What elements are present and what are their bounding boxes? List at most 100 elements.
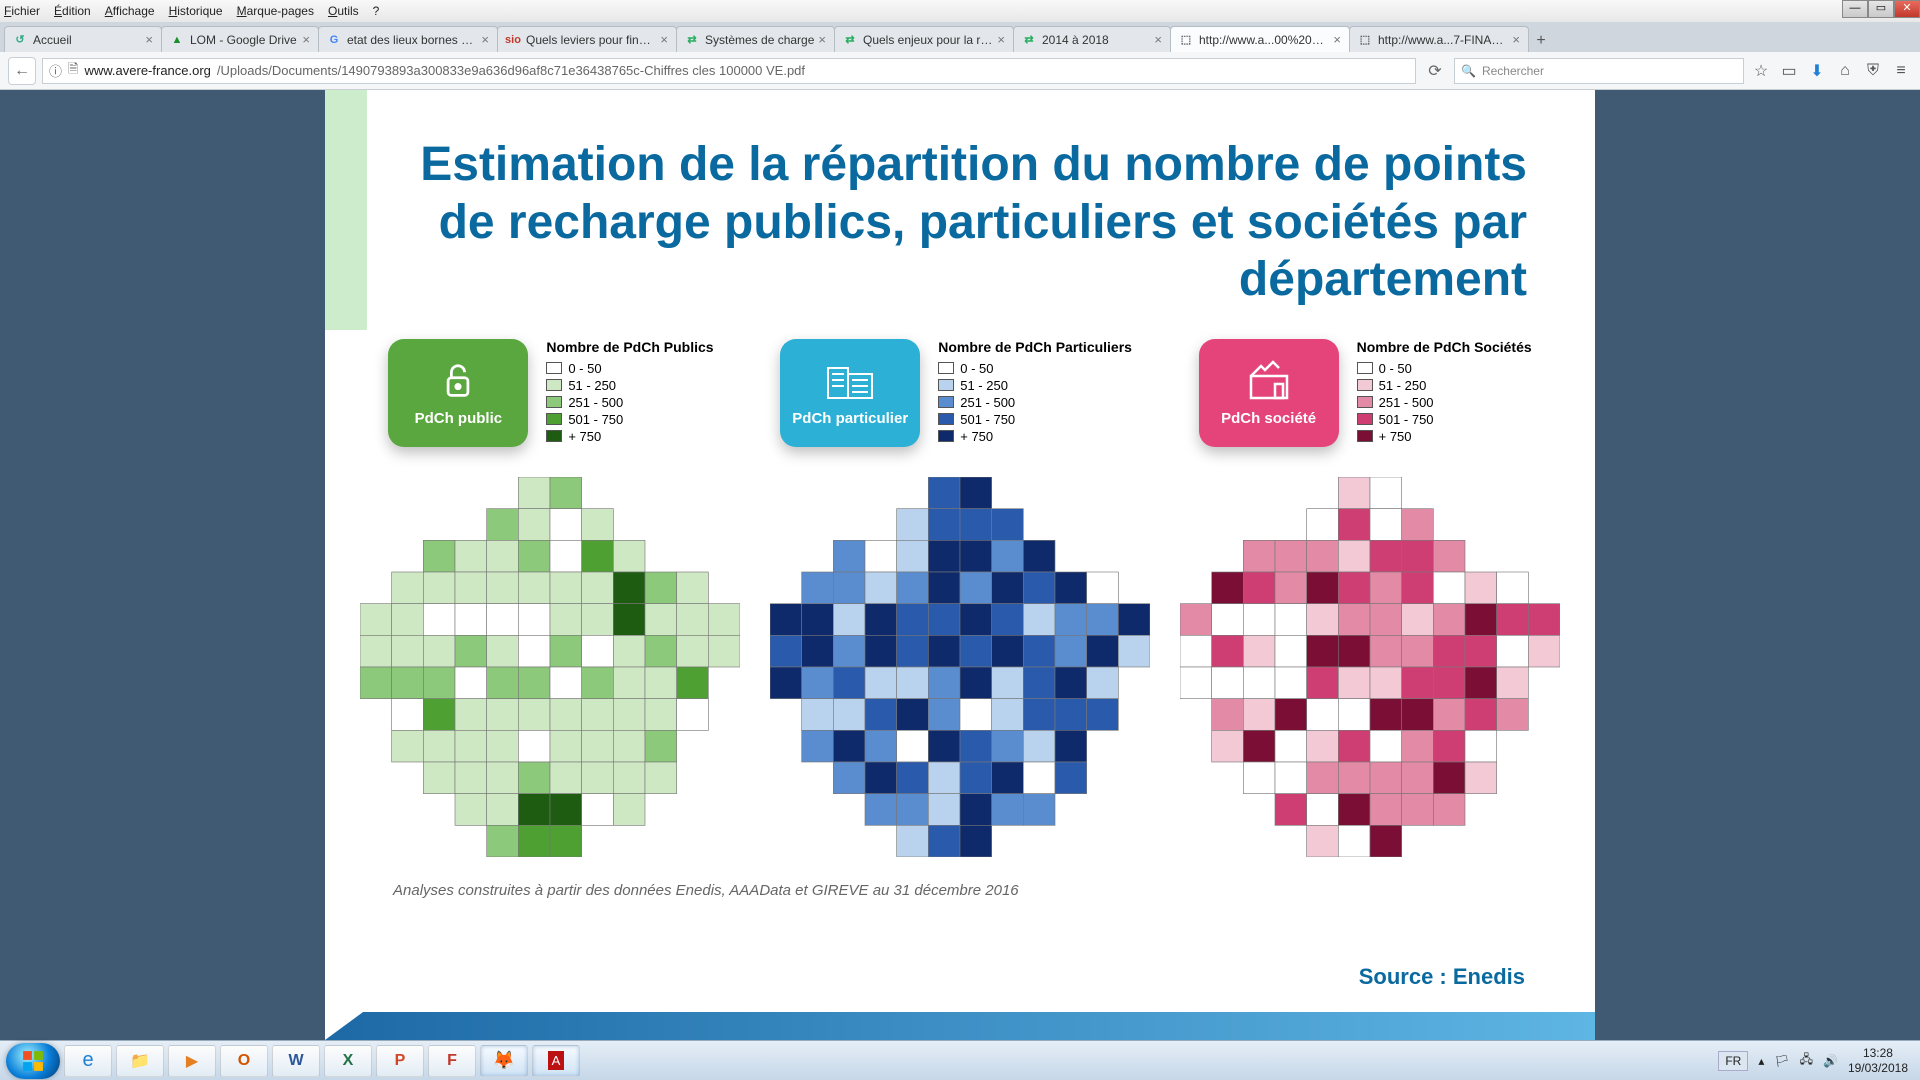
favicon: sio xyxy=(506,33,520,47)
favicon: ⇄ xyxy=(843,33,857,47)
close-tab-icon[interactable]: × xyxy=(1512,32,1520,47)
legend-swatch xyxy=(1357,362,1373,374)
decorative-stripe xyxy=(325,90,367,330)
clock[interactable]: 13:28 19/03/2018 xyxy=(1848,1046,1908,1075)
pdf-page: Estimation de la répartition du nombre d… xyxy=(325,90,1595,1040)
browser-tab[interactable]: ⇄Systèmes de charge× xyxy=(676,26,835,52)
category-badge: PdCh public xyxy=(388,339,528,447)
browser-tab[interactable]: ↺Accueil× xyxy=(4,26,162,52)
taskbar-firefox[interactable]: 🦊 xyxy=(480,1045,528,1077)
menu-item[interactable]: ? xyxy=(373,4,380,18)
taskbar-powerpoint[interactable]: P xyxy=(376,1045,424,1077)
category-badge: PdCh particulier xyxy=(780,339,920,447)
browser-tab[interactable]: sio Quels leviers pour finance... × xyxy=(497,26,677,52)
close-button[interactable]: ✕ xyxy=(1894,0,1920,18)
menu-bar: Fichier Édition Affichage Historique Mar… xyxy=(0,0,1920,22)
home-icon[interactable]: ⌂ xyxy=(1834,60,1856,82)
menu-item[interactable]: Outils xyxy=(328,4,359,18)
taskbar-ie[interactable]: e xyxy=(64,1045,112,1077)
menu-item[interactable]: Affichage xyxy=(105,4,155,18)
legend-item: 251 - 500 xyxy=(546,395,713,410)
shield-icon[interactable]: ⛨ xyxy=(1862,60,1884,82)
tab-label: Quels leviers pour finance... xyxy=(526,33,656,47)
document-title: Estimation de la répartition du nombre d… xyxy=(325,90,1595,339)
browser-tab[interactable]: ▲LOM - Google Drive× xyxy=(161,26,319,52)
legend-swatch xyxy=(546,430,562,442)
system-tray: FR ▴ 🏳 🖧 🔊 13:28 19/03/2018 xyxy=(1718,1046,1914,1075)
search-box[interactable]: 🔍 Rechercher xyxy=(1454,58,1744,84)
favicon: ▲ xyxy=(170,33,184,47)
minimize-button[interactable]: ― xyxy=(1842,0,1868,18)
browser-tab[interactable]: ⬚http://www.a...00%20VE.pdf× xyxy=(1170,26,1350,52)
bookmark-star-icon[interactable]: ☆ xyxy=(1750,60,1772,82)
pocket-icon[interactable]: ▭ xyxy=(1778,60,1800,82)
close-tab-icon[interactable]: × xyxy=(660,32,668,47)
taskbar-app[interactable]: F xyxy=(428,1045,476,1077)
menu-item[interactable]: Fichier xyxy=(4,4,40,18)
browser-tab[interactable]: ⇄ Quels enjeux pour la recha... × xyxy=(834,26,1014,52)
badge-label: PdCh société xyxy=(1221,410,1316,427)
taskbar-acrobat[interactable]: A xyxy=(532,1045,580,1077)
legend-item: + 750 xyxy=(938,429,1132,444)
window-controls: ― ▭ ✕ xyxy=(1842,0,1920,18)
toolbar: ← ⓘ 🗎 www.avere-france.org /Uploads/Docu… xyxy=(0,52,1920,90)
close-tab-icon[interactable]: × xyxy=(1333,32,1341,47)
close-tab-icon[interactable]: × xyxy=(1154,32,1162,47)
taskbar: e 📁 ▶ O W X P F 🦊 A FR ▴ 🏳 🖧 🔊 13:28 19/… xyxy=(0,1040,1920,1080)
legend-range: 0 - 50 xyxy=(568,361,601,376)
legend-text: Nombre de PdCh Sociétés 0 - 5051 - 25025… xyxy=(1357,339,1532,446)
tray-flag-icon[interactable]: 🏳 xyxy=(1774,1054,1789,1068)
browser-tab[interactable]: Getat des lieux bornes de re...× xyxy=(318,26,498,52)
start-button[interactable] xyxy=(6,1043,60,1079)
legend-swatch xyxy=(938,362,954,374)
taskbar-media[interactable]: ▶ xyxy=(168,1045,216,1077)
favicon: ⇄ xyxy=(685,33,699,47)
favicon: ⬚ xyxy=(1179,33,1193,47)
legend-text: Nombre de PdCh Particuliers 0 - 5051 - 2… xyxy=(938,339,1132,446)
menu-item[interactable]: Marque-pages xyxy=(237,4,314,18)
legend-swatch xyxy=(938,413,954,425)
tab-label: Quels enjeux pour la recha... xyxy=(863,33,993,47)
legend-range: + 750 xyxy=(960,429,993,444)
site-info-icon[interactable]: ⓘ xyxy=(49,61,62,80)
browser-tab[interactable]: ⬚http://www.a...7-FINAL.pdf× xyxy=(1349,26,1529,52)
browser-tab[interactable]: ⇄2014 à 2018× xyxy=(1013,26,1171,52)
maximize-button[interactable]: ▭ xyxy=(1868,0,1894,18)
map-particulier xyxy=(770,477,1150,862)
search-icon: 🔍 xyxy=(1461,64,1476,78)
reload-button[interactable]: ⟳ xyxy=(1422,58,1448,84)
address-bar[interactable]: ⓘ 🗎 www.avere-france.org /Uploads/Docume… xyxy=(42,58,1416,84)
hamburger-menu-icon[interactable]: ≡ xyxy=(1890,60,1912,82)
close-tab-icon[interactable]: × xyxy=(818,32,826,47)
decorative-footer-stripe xyxy=(325,1012,1595,1040)
page-icon: 🗎 xyxy=(68,60,78,82)
menu-item[interactable]: Historique xyxy=(169,4,223,18)
tray-network-icon[interactable]: 🖧 xyxy=(1800,1050,1813,1071)
close-tab-icon[interactable]: × xyxy=(481,32,489,47)
close-tab-icon[interactable]: × xyxy=(302,32,310,47)
legend-swatch xyxy=(938,379,954,391)
language-indicator[interactable]: FR xyxy=(1718,1051,1748,1071)
favicon: ⬚ xyxy=(1358,33,1372,47)
taskbar-word[interactable]: W xyxy=(272,1045,320,1077)
menu-item[interactable]: Édition xyxy=(54,4,91,18)
taskbar-excel[interactable]: X xyxy=(324,1045,372,1077)
maps-row xyxy=(325,447,1595,872)
legend-range: 251 - 500 xyxy=(568,395,623,410)
legend-item: + 750 xyxy=(546,429,713,444)
close-tab-icon[interactable]: × xyxy=(145,32,153,47)
tray-chevron-icon[interactable]: ▴ xyxy=(1758,1054,1764,1068)
new-tab-button[interactable]: + xyxy=(1528,30,1554,52)
close-tab-icon[interactable]: × xyxy=(997,32,1005,47)
legend-range: + 750 xyxy=(568,429,601,444)
legend-range: 51 - 250 xyxy=(568,378,616,393)
back-button[interactable]: ← xyxy=(8,57,36,85)
tray-volume-icon[interactable]: 🔊 xyxy=(1823,1054,1838,1068)
legend-block: PdCh particulier Nombre de PdCh Particul… xyxy=(780,339,1132,447)
taskbar-outlook[interactable]: O xyxy=(220,1045,268,1077)
downloads-icon[interactable]: ⬇ xyxy=(1806,60,1828,82)
taskbar-explorer[interactable]: 📁 xyxy=(116,1045,164,1077)
legend-title: Nombre de PdCh Particuliers xyxy=(938,339,1132,355)
legend-item: 501 - 750 xyxy=(938,412,1132,427)
legend-item: 0 - 50 xyxy=(1357,361,1532,376)
